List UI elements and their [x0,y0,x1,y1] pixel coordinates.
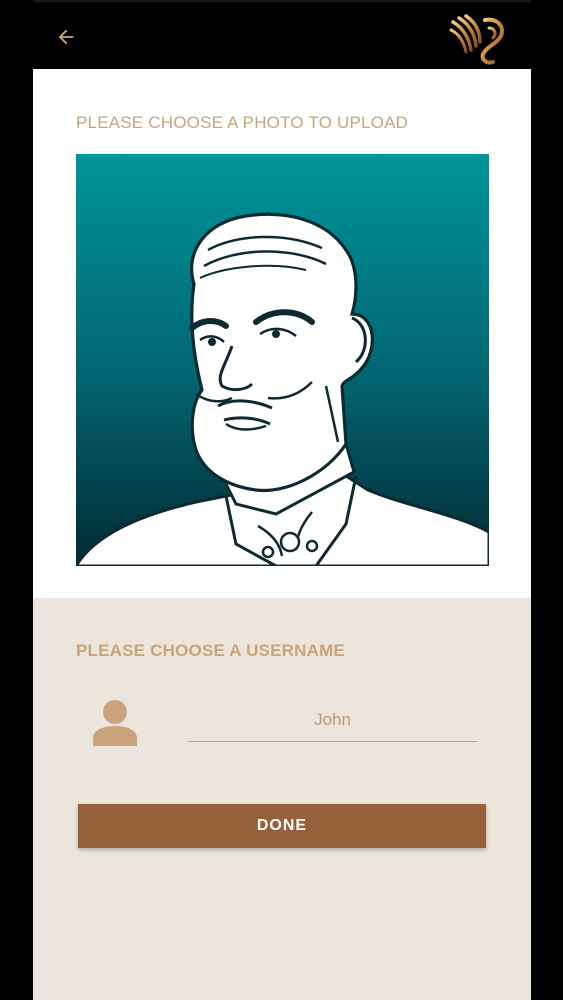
done-button[interactable]: DONE [78,804,486,848]
username-label: PLEASE CHOOSE A USERNAME [76,641,345,660]
arrow-left-icon [58,29,74,45]
top-app-bar [33,0,531,69]
bearded-man-portrait-illustration [76,154,489,566]
username-field [188,698,477,742]
photo-upload-label: PLEASE CHOOSE A PHOTO TO UPLOAD [76,113,409,132]
brand-logo-icon [449,14,504,65]
person-icon [93,700,137,746]
photo-upload-image[interactable] [76,154,489,566]
username-section: PLEASE CHOOSE A USERNAME DONE [33,598,531,1000]
username-input[interactable] [188,698,477,741]
back-button[interactable] [51,22,81,52]
photo-upload-section: PLEASE CHOOSE A PHOTO TO UPLOAD [33,69,531,598]
app-screen: PLEASE CHOOSE A PHOTO TO UPLOAD PLEASE C… [33,0,531,1000]
